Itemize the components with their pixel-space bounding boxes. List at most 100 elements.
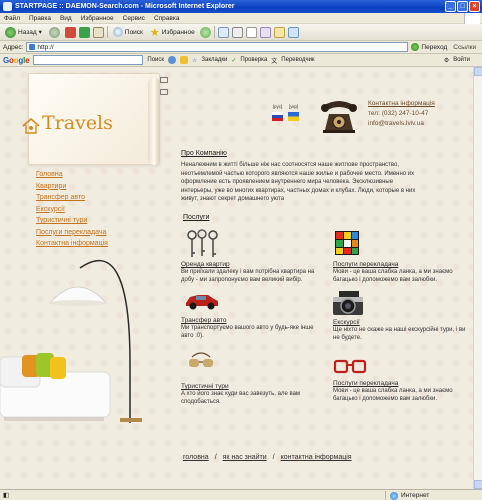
google-news-icon[interactable]	[168, 56, 177, 64]
vertical-scrollbar[interactable]	[473, 67, 482, 489]
service-title[interactable]: Оренда квартир	[181, 261, 321, 268]
mail-icon[interactable]	[217, 26, 229, 38]
edit-icon[interactable]	[245, 26, 257, 38]
service-card: Оренда квартир Ви приїхали здалеку і вам…	[181, 261, 321, 284]
lang-ua-label: [укр]	[288, 104, 299, 109]
service-card: Послуги перекладача Мови - це ваша слабк…	[333, 380, 473, 403]
sunglasses-icon	[189, 352, 213, 367]
settings-wrench-icon[interactable]: ⚙	[444, 57, 449, 64]
contact-phone: тел: (032) 247-10-47	[368, 110, 429, 117]
mail-icon[interactable]	[160, 77, 168, 83]
russia-flag-icon	[272, 112, 283, 121]
google-search-input[interactable]	[33, 55, 144, 65]
signin-button[interactable]: Войти	[453, 57, 470, 63]
language-switcher: [рус] [укр]	[272, 104, 299, 121]
forward-arrow-icon	[48, 26, 60, 38]
bookmarks-button[interactable]: Закладки	[201, 57, 227, 63]
back-button[interactable]: Назад ▾	[3, 25, 44, 39]
service-title[interactable]: Екскурсії	[333, 319, 473, 326]
lang-ua[interactable]: [укр]	[288, 104, 299, 121]
telephone-icon	[321, 101, 357, 133]
contact-email[interactable]: info@travels.lviv.ua	[368, 119, 435, 129]
nav-apartments[interactable]: Квартири	[36, 181, 108, 193]
google-search-button[interactable]: Поиск	[147, 57, 164, 63]
sofa-illustration	[0, 353, 111, 421]
google-logo: Google	[3, 55, 30, 65]
service-title[interactable]: Туристичні тури	[181, 383, 321, 390]
footer-home-link[interactable]: головна	[183, 454, 209, 461]
footer-howto-link[interactable]: як нас знайти	[223, 454, 267, 461]
menu-view[interactable]: Вид	[60, 15, 72, 22]
page-done-icon: ◧	[3, 492, 10, 499]
google-popup-icon[interactable]	[180, 56, 189, 64]
service-title[interactable]: Послуги перекладача	[333, 261, 473, 268]
security-zone: Интернет	[385, 491, 480, 500]
folder-icon[interactable]	[273, 26, 285, 38]
history-icon[interactable]	[199, 26, 211, 38]
camera-icon	[333, 291, 363, 315]
services-title: Послуги	[183, 214, 210, 221]
page-viewport: Travels [рус] [укр] Контактна інформація…	[0, 67, 473, 489]
search-icon	[112, 27, 123, 37]
service-card: Туристичні тури А хто його знає куди вас…	[181, 383, 321, 406]
about-text: Неналежним в житті більше ніж нас соотно…	[181, 162, 416, 202]
status-bar: ◧ Интернет	[0, 489, 482, 500]
scroll-up-arrow[interactable]	[474, 67, 482, 76]
back-arrow-icon	[5, 26, 16, 38]
keys-icon	[187, 229, 218, 257]
window-title: STARTPAGE :: DAEMON-Search.com - Microso…	[15, 3, 235, 10]
messenger-icon[interactable]	[287, 26, 299, 38]
paper-roll	[148, 77, 160, 165]
maximize-button[interactable]: □	[457, 1, 468, 12]
menu-favorites[interactable]: Избранное	[81, 15, 114, 22]
menu-edit[interactable]: Правка	[29, 15, 51, 22]
print-icon[interactable]	[231, 26, 243, 38]
translate-button[interactable]: Переводчик	[281, 57, 314, 63]
scroll-down-arrow[interactable]	[474, 480, 482, 489]
google-toolbar: Google Поиск ☆ Закладки ✓ Проверка 文 Пер…	[0, 54, 482, 67]
house-icon	[22, 118, 40, 134]
logo-text: Travels	[42, 112, 113, 134]
contact-info-link[interactable]: Контактна інформація	[368, 99, 435, 109]
print-icon[interactable]	[160, 89, 168, 95]
spellcheck-button[interactable]: Проверка	[240, 57, 267, 63]
service-text: Ще ніхто не скаже на наші екскурсійні ту…	[333, 327, 466, 341]
menu-help[interactable]: Справка	[154, 15, 180, 22]
toolbar-separator	[213, 26, 215, 38]
title-bar: STARTPAGE :: DAEMON-Search.com - Microso…	[0, 0, 482, 13]
menu-tools[interactable]: Сервис	[123, 15, 145, 22]
minimize-button[interactable]: _	[445, 1, 456, 12]
window-controls: _ □ ×	[445, 1, 480, 12]
refresh-icon[interactable]	[78, 26, 90, 38]
lang-ru[interactable]: [рус]	[272, 104, 283, 121]
service-card: Послуги перекладача Мови - це ваша слабк…	[333, 261, 473, 284]
nav-car-transfer[interactable]: Трансфер авто	[36, 192, 108, 204]
nav-home[interactable]: Головна	[36, 169, 108, 181]
stop-icon[interactable]	[64, 26, 76, 38]
forward-button[interactable]	[47, 25, 62, 39]
close-button[interactable]: ×	[469, 1, 480, 12]
service-card: Екскурсії Ще ніхто не скаже на наші екск…	[333, 319, 473, 342]
ie-icon	[3, 2, 12, 11]
links-button[interactable]: Ссылки	[453, 44, 476, 51]
favorites-button[interactable]: ★ Избранное	[148, 25, 197, 39]
service-text: Мови - це ваша слабка ланка, а ми знаємо…	[333, 269, 453, 283]
go-button[interactable]: Переход	[411, 43, 447, 51]
address-bar: Адрес: http:// Переход Ссылки	[0, 41, 482, 54]
footer-contacts-link[interactable]: контактна інформація	[281, 454, 352, 461]
rubiks-cube-icon	[335, 231, 359, 255]
translate-icon: 文	[271, 58, 278, 65]
site-logo[interactable]: Travels	[22, 112, 113, 134]
menu-file[interactable]: Файл	[4, 15, 20, 22]
spellcheck-icon: ✓	[231, 57, 237, 64]
about-title: Про Компанію	[181, 150, 227, 157]
service-title[interactable]: Трансфер авто	[181, 317, 321, 324]
discuss-icon[interactable]	[259, 26, 271, 38]
search-button[interactable]: Поиск	[111, 25, 145, 39]
address-input[interactable]: http://	[26, 42, 409, 52]
service-title[interactable]: Послуги перекладача	[333, 380, 473, 387]
ukraine-flag-icon	[288, 112, 299, 121]
footer-separator: /	[272, 454, 275, 461]
home-icon[interactable]	[92, 26, 104, 38]
service-text: Мови - це ваша слабка ланка, а ми знаємо…	[333, 388, 453, 402]
